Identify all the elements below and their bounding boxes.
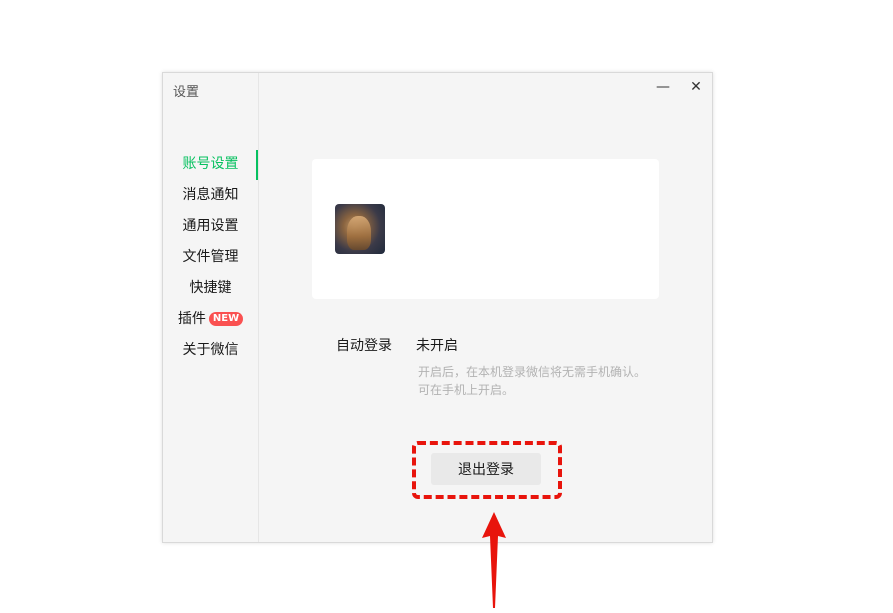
nav-item-general[interactable]: 通用设置 (163, 211, 258, 242)
new-badge: NEW (208, 312, 244, 326)
avatar-figure (347, 216, 371, 250)
nav-item-label: 快捷键 (189, 280, 232, 296)
nav-item-notifications[interactable]: 消息通知 (163, 180, 258, 211)
hint-line: 开启后，在本机登录微信将无需手机确认。 (418, 365, 647, 379)
user-avatar[interactable] (335, 204, 385, 254)
hint-line: 可在手机上开启。 (418, 383, 515, 397)
nav-item-label: 文件管理 (182, 249, 239, 265)
auto-login-hint: 开启后，在本机登录微信将无需手机确认。 可在手机上开启。 (418, 363, 668, 399)
nav-item-shortcuts[interactable]: 快捷键 (163, 273, 258, 304)
nav-item-label: 插件 (177, 311, 206, 327)
annotation-arrow-icon (482, 512, 506, 608)
nav-item-about[interactable]: 关于微信 (163, 335, 258, 366)
nav-item-label: 通用设置 (182, 218, 239, 234)
nav-item-label: 关于微信 (182, 342, 239, 358)
window-title: 设置 (173, 85, 200, 100)
nav-item-label: 账号设置 (182, 156, 239, 172)
minimize-icon[interactable]: — (653, 77, 673, 97)
nav-item-label: 消息通知 (182, 187, 239, 203)
close-icon[interactable]: ✕ (686, 77, 706, 97)
nav-item-plugins[interactable]: 插件 NEW (163, 304, 258, 335)
settings-nav: 账号设置 消息通知 通用设置 文件管理 快捷键 插件 NEW 关于微信 (163, 149, 258, 366)
auto-login-label: 自动登录 (336, 338, 392, 354)
nav-divider (258, 73, 259, 542)
auto-login-status: 未开启 (416, 338, 458, 354)
annotation-highlight-box (412, 441, 562, 499)
nav-item-files[interactable]: 文件管理 (163, 242, 258, 273)
nav-item-account[interactable]: 账号设置 (163, 149, 258, 180)
account-card (312, 159, 659, 299)
